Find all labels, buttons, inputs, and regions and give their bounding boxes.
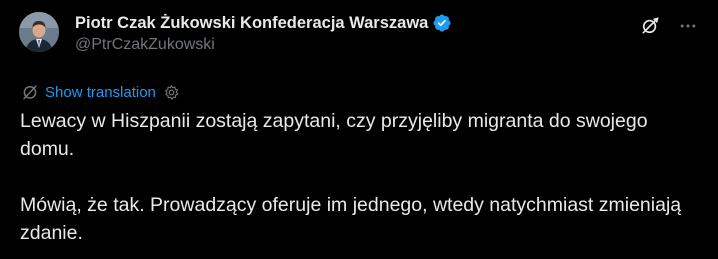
avatar[interactable] [19, 12, 59, 52]
post-paragraph: Mówią, że tak. Prowadzący oferuje im jed… [20, 194, 687, 244]
translation-row: Show translation [21, 83, 180, 101]
grok-icon[interactable] [640, 16, 660, 36]
gear-icon[interactable] [163, 84, 180, 101]
name-row: Piotr Czak Żukowski Konfederacja Warszaw… [75, 12, 658, 34]
author-display-name[interactable]: Piotr Czak Żukowski Konfederacja Warszaw… [75, 14, 428, 33]
post-actions [640, 16, 698, 36]
tweet: Piotr Czak Żukowski Konfederacja Warszaw… [0, 0, 718, 259]
verified-badge-icon[interactable] [432, 13, 452, 33]
avatar-photo-icon [19, 12, 59, 52]
post-header: Piotr Czak Żukowski Konfederacja Warszaw… [75, 12, 658, 54]
author-handle[interactable]: @PtrCzakZukowski [75, 36, 658, 54]
show-translation-link[interactable]: Show translation [45, 84, 156, 101]
translate-icon [21, 83, 39, 101]
post-text: Lewacy w Hiszpanii zostają zapytani, czy… [20, 107, 700, 247]
post-paragraph: Lewacy w Hiszpanii zostają zapytani, czy… [20, 110, 653, 160]
more-icon[interactable] [678, 16, 698, 36]
